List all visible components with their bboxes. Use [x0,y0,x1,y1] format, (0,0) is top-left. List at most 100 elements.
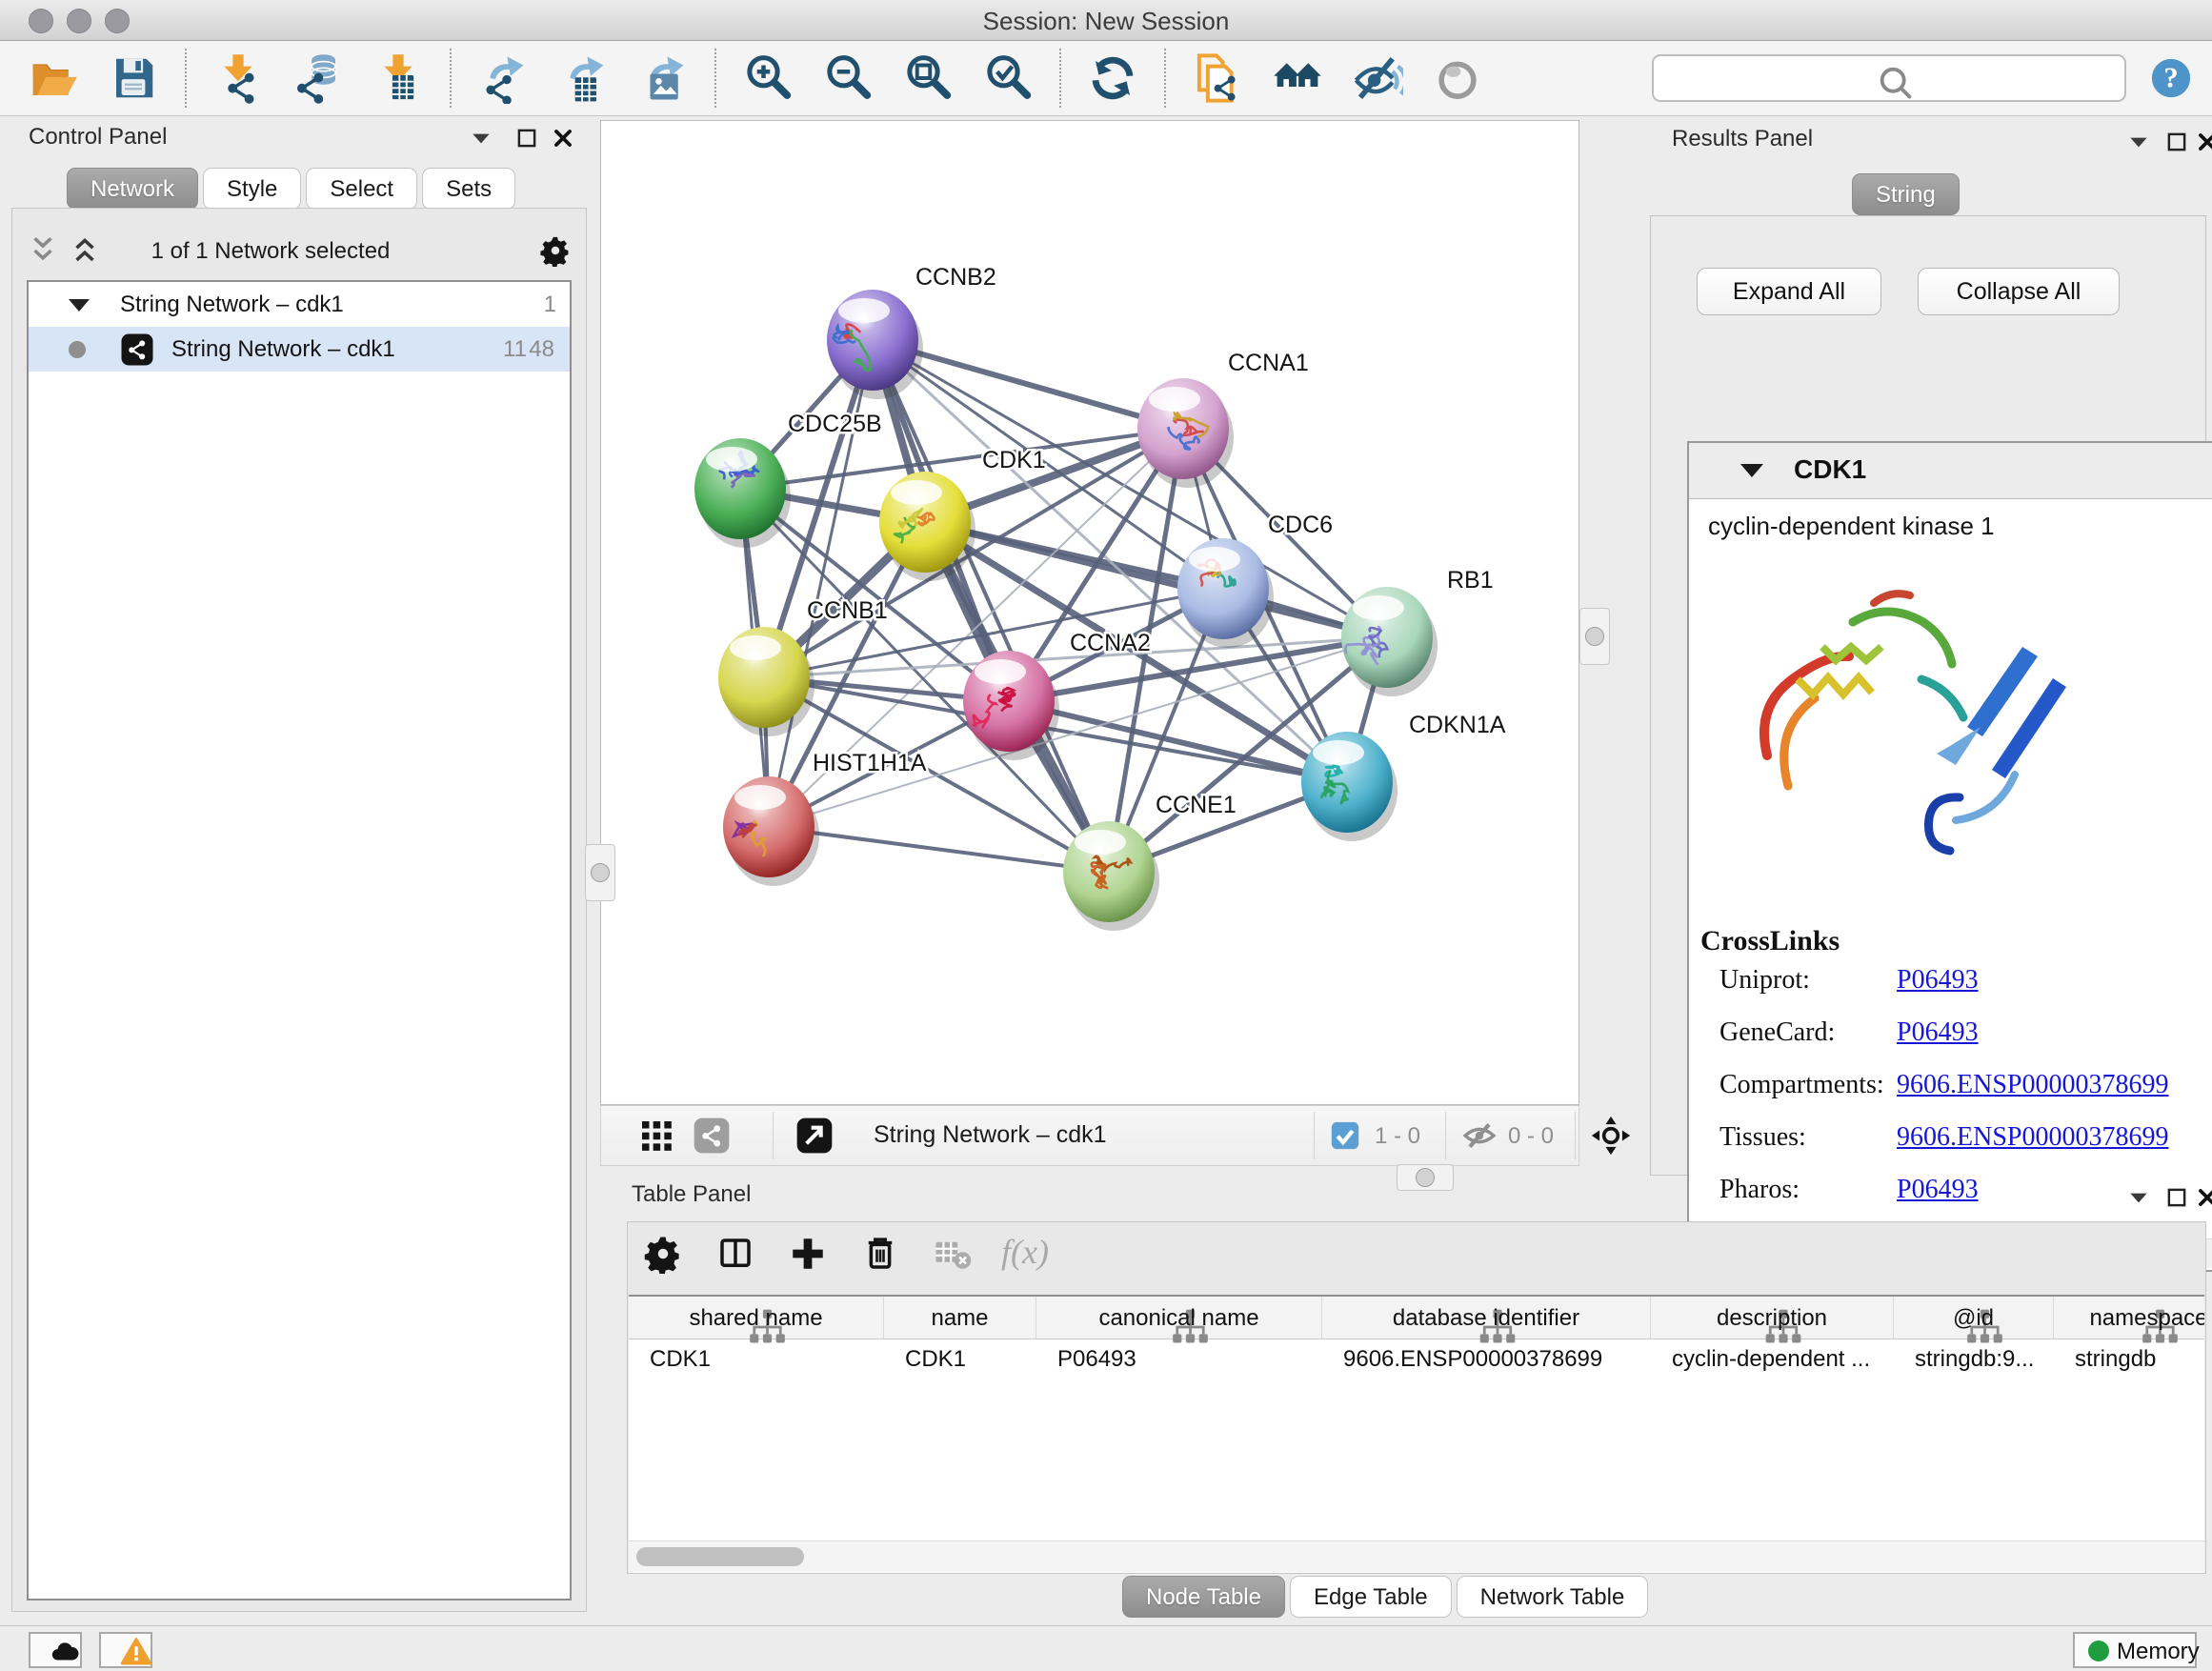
network-node-cdkn1a[interactable]: CDKN1A [1301,712,1506,841]
network-node-ccna1[interactable]: CCNA1 [1137,350,1309,488]
column-header--id[interactable]: @id [1894,1297,2054,1339]
expand-all-button[interactable]: Expand All [1697,268,1881,315]
gear-icon[interactable] [643,1234,683,1274]
table-cell[interactable]: cyclin-dependent ... [1651,1346,1894,1380]
column-header-label: database identifier [1322,1305,1650,1332]
crosslink-row: Compartments:9606.ENSP00000378699 [1689,1070,2212,1114]
network-options-gear-icon[interactable] [539,234,572,267]
control-panel-float-icon[interactable] [514,126,539,151]
column-header-canonical-name[interactable]: canonical name [1036,1297,1322,1339]
control-panel-close-icon[interactable] [551,126,575,151]
add-icon[interactable] [788,1234,828,1274]
collapse-all-button[interactable]: Collapse All [1918,268,2120,315]
network-row-label: String Network – cdk1 [171,336,395,363]
table-panel-menu-icon[interactable] [2126,1185,2151,1210]
tab-style[interactable]: Style [203,168,301,210]
export-network-icon[interactable] [477,52,529,104]
network-node-hist1h1a[interactable]: HIST1H1A [723,750,927,886]
table-cell[interactable]: 9606.ENSP00000378699 [1322,1346,1651,1380]
crosslink-link[interactable]: 9606.ENSP00000378699 [1897,1122,2168,1153]
toolbar-separator [1164,49,1166,108]
tree-expander-icon[interactable] [69,299,90,312]
network-edge[interactable] [873,340,1109,872]
control-panel-menu-icon[interactable] [469,126,493,151]
selected-checkbox-icon[interactable] [1329,1119,1361,1152]
crosslink-link[interactable]: P06493 [1897,1017,1979,1048]
table-cell[interactable]: P06493 [1036,1346,1322,1380]
delete-icon[interactable] [860,1234,900,1274]
import-table-icon[interactable] [372,52,424,104]
columns-icon[interactable] [715,1234,755,1274]
open-in-new-icon[interactable] [795,1117,834,1155]
gene-name: CDK1 [1794,454,1866,485]
network-row[interactable]: String Network – cdk1 11 48 [29,327,570,372]
string-home-icon[interactable] [1272,52,1323,104]
table-cell[interactable]: CDK1 [629,1346,884,1380]
tab-string[interactable]: String [1852,173,1960,215]
help-icon[interactable]: ? [2149,56,2193,100]
section-expander-icon[interactable] [1740,464,1763,477]
table-header-row: shared namenamecanonical namedatabase id… [629,1297,2204,1339]
tab-select[interactable]: Select [306,168,417,210]
warnings-button[interactable] [99,1632,152,1668]
tab-edge-table[interactable]: Edge Table [1290,1576,1452,1618]
tab-network[interactable]: Network [67,168,198,210]
network-edge[interactable] [769,827,1109,872]
memory-button[interactable]: Memory [2073,1632,2197,1668]
column-header-description[interactable]: description [1651,1297,1894,1339]
import-network-icon[interactable] [212,52,264,104]
zoom-selected-icon[interactable] [982,52,1034,104]
network-status-dot-icon [69,341,86,358]
zoom-out-icon[interactable] [822,52,874,104]
cloud-button[interactable] [29,1632,82,1668]
column-header-database-identifier[interactable]: database identifier [1322,1297,1651,1339]
table-cell[interactable]: stringdb:9... [1894,1346,2054,1380]
right-splitter-handle[interactable] [1579,608,1610,665]
save-session-icon[interactable] [108,52,159,104]
tab-network-table[interactable]: Network Table [1457,1576,1649,1618]
results-panel-close-icon[interactable] [2195,130,2212,154]
refresh-icon[interactable] [1087,52,1138,104]
string-results-container: Expand All Collapse All CDK1 cyclin-depe… [1650,215,2206,1176]
grid-view-icon[interactable] [637,1117,675,1155]
open-session-icon[interactable] [28,52,79,104]
share-network-icon[interactable] [693,1117,731,1155]
column-header-namespace[interactable]: namespace [2054,1297,2204,1339]
results-panel-menu-icon[interactable] [2126,130,2151,154]
export-image-icon[interactable] [637,52,689,104]
zoom-fit-icon[interactable] [902,52,954,104]
network-node-ccnb2[interactable]: CCNB2 [827,264,996,399]
hide-unhide-icon[interactable] [1352,52,1403,104]
left-splitter-handle[interactable] [585,844,615,901]
tab-node-table[interactable]: Node Table [1122,1576,1285,1618]
gene-section-header[interactable]: CDK1 [1689,443,2212,499]
network-node-ccnb1[interactable]: CCNB1 [718,597,888,736]
hidden-eye-icon[interactable] [1460,1117,1498,1155]
dim-icon[interactable] [1432,52,1483,104]
network-node-rb1[interactable]: RB1 [1341,567,1494,696]
network-collection-row[interactable]: String Network – cdk1 1 [29,282,570,327]
network-node-ccne1[interactable]: CCNE1 [1063,792,1237,931]
export-table-icon[interactable] [557,52,609,104]
table-horizontal-scrollbar[interactable] [629,1540,2204,1572]
network-canvas[interactable]: CCNB2CCNA1CDC25BCDK1CDC6RB1CCNB1CCNA2CDK… [600,120,1579,1105]
search-input[interactable] [1698,58,2111,96]
column-header-shared-name[interactable]: shared name [629,1297,884,1339]
results-panel-float-icon[interactable] [2164,130,2189,154]
share-document-icon[interactable] [1192,52,1243,104]
zoom-in-icon[interactable] [742,52,794,104]
crosslink-link[interactable]: P06493 [1897,965,1979,996]
tab-sets[interactable]: Sets [422,168,515,210]
column-header-name[interactable]: name [884,1297,1036,1339]
network-node-cdc6[interactable]: CDC6 [1177,512,1333,648]
table-panel-close-icon[interactable] [2195,1185,2212,1210]
crosslink-row: Uniprot:P06493 [1689,965,2212,1009]
table-panel-float-icon[interactable] [2164,1185,2189,1210]
table-cell[interactable]: stringdb [2054,1346,2204,1380]
crosslink-link[interactable]: 9606.ENSP00000378699 [1897,1070,2168,1100]
table-cell[interactable]: CDK1 [884,1346,1036,1380]
table-panel-title: Table Panel [632,1181,751,1208]
crosslink-label: Tissues: [1719,1122,1806,1153]
import-database-icon[interactable] [292,52,344,104]
search-field[interactable] [1652,54,2126,102]
